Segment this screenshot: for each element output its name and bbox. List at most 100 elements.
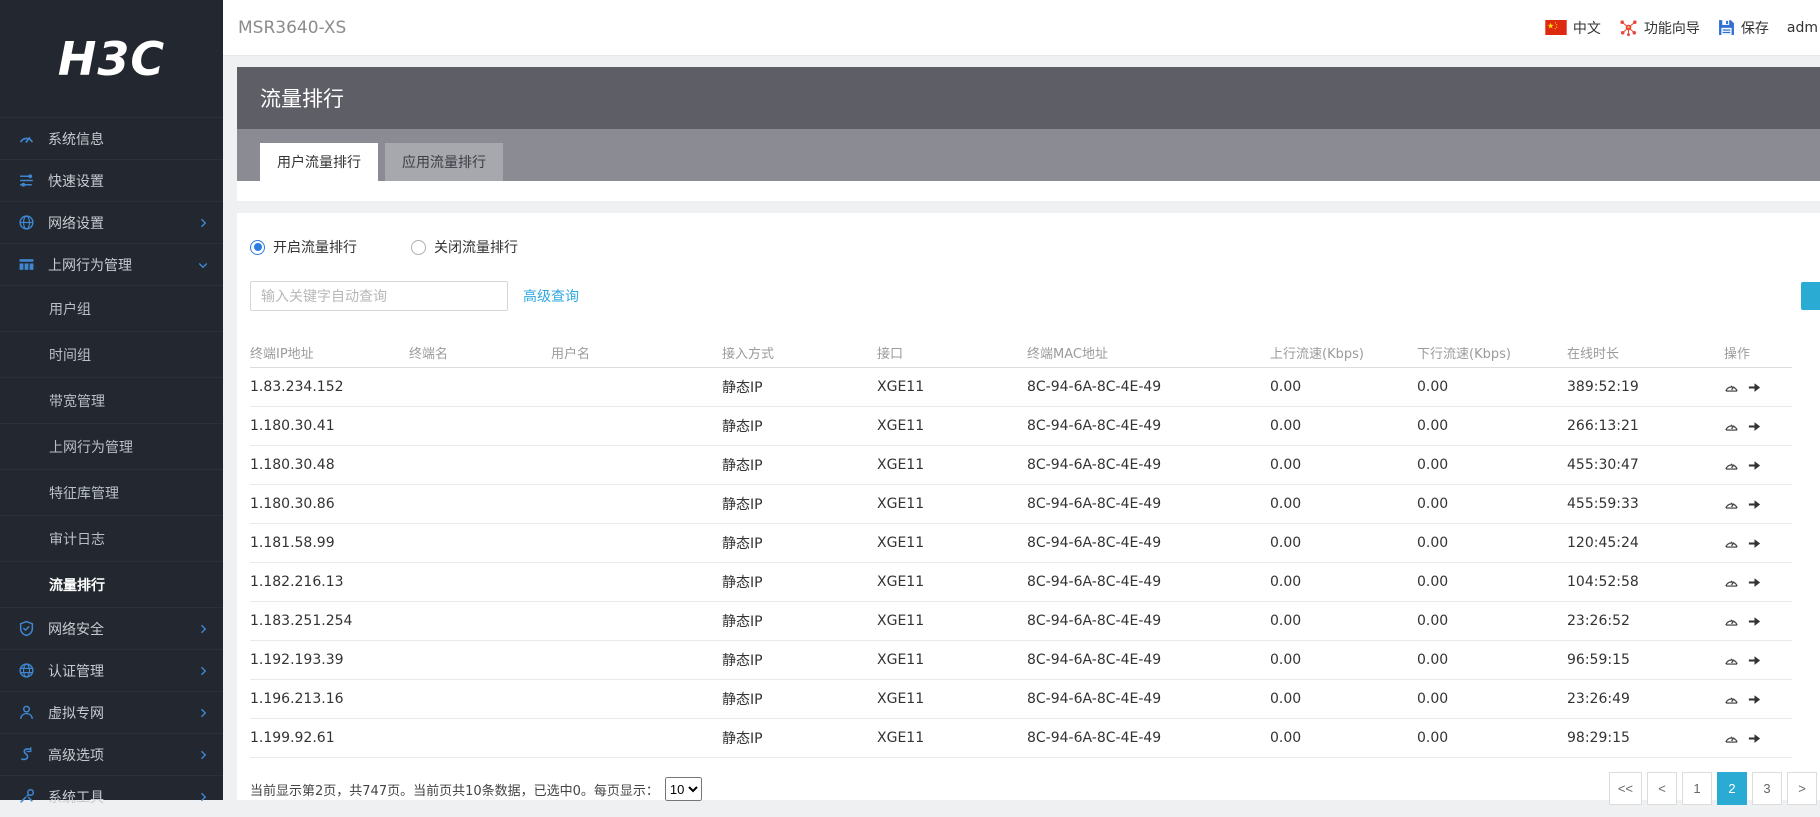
page-button-1[interactable]: <	[1647, 772, 1677, 805]
sidebar-subitem-label: 用户组	[49, 301, 91, 318]
column-header: 下行流速(Kbps)	[1417, 346, 1511, 362]
sidebar-item-3[interactable]: 上网行为管理	[0, 243, 223, 285]
sidebar-subitem-4[interactable]: 特征库管理	[0, 469, 223, 515]
traffic-gauge-icon[interactable]	[1724, 653, 1739, 668]
traffic-gauge-icon[interactable]	[1724, 536, 1739, 551]
traffic-gauge-icon[interactable]	[1724, 731, 1739, 746]
cell-up: 0.00	[1270, 496, 1302, 512]
save-button[interactable]: 保存	[1718, 18, 1769, 38]
cell-online: 120:45:24	[1567, 535, 1639, 551]
app-root: H3C 系统信息 快速设置 网络设置 上网行为管理 用户组 时间组 带宽管理 上网行为管理 特征…	[0, 0, 1820, 806]
cell-down: 0.00	[1417, 418, 1449, 434]
radio-option-1[interactable]: 关闭流量排行	[411, 237, 518, 257]
detail-arrow-icon[interactable]	[1747, 575, 1762, 590]
page-button-5[interactable]: >	[1787, 772, 1817, 805]
traffic-gauge-icon[interactable]	[1724, 614, 1739, 629]
cell-actions	[1724, 497, 1792, 512]
page-size-select[interactable]: 10	[664, 777, 702, 801]
cell-down: 0.00	[1417, 496, 1449, 512]
feature-wizard-button[interactable]: 功能向导	[1619, 18, 1700, 38]
cell-online: 389:52:19	[1567, 379, 1639, 395]
chevron-down-icon	[197, 259, 209, 271]
cell-ip: 1.180.30.41	[250, 418, 335, 434]
cell-up: 0.00	[1270, 652, 1302, 668]
username[interactable]: adm	[1787, 20, 1818, 36]
traffic-table: 终端IP地址 终端名 用户名 接入方式 接口 终端MAC地址 上行流速(Kbps) 下行流速(…	[250, 337, 1792, 758]
cell-up: 0.00	[1270, 535, 1302, 551]
cell-mac: 8C-94-6A-8C-4E-49	[1027, 418, 1162, 434]
table-header-row: 终端IP地址 终端名 用户名 接入方式 接口 终端MAC地址 上行流速(Kbps) 下行流速(…	[250, 337, 1792, 368]
cell-access: 静态IP	[722, 497, 763, 513]
page-button-4[interactable]: 3	[1752, 772, 1782, 805]
tab-label: 用户流量排行	[277, 155, 361, 171]
detail-arrow-icon[interactable]	[1747, 653, 1762, 668]
sidebar-subitem-1[interactable]: 时间组	[0, 331, 223, 377]
detail-arrow-icon[interactable]	[1747, 419, 1762, 434]
detail-arrow-icon[interactable]	[1747, 692, 1762, 707]
page-button-2[interactable]: 1	[1682, 772, 1712, 805]
traffic-gauge-icon[interactable]	[1724, 497, 1739, 512]
sidebar-subitem-2[interactable]: 带宽管理	[0, 377, 223, 423]
language-switch[interactable]: 中文	[1545, 18, 1601, 38]
sidebar-subitem-0[interactable]: 用户组	[0, 285, 223, 331]
sidebar-subitem-5[interactable]: 审计日志	[0, 515, 223, 561]
cutoff-action-button[interactable]	[1801, 282, 1820, 310]
cell-actions	[1724, 614, 1792, 629]
sidebar-item-bottom-2[interactable]: 虚拟专网	[0, 691, 223, 733]
sidebar-item-1[interactable]: 快速设置	[0, 159, 223, 201]
cell-actions	[1724, 380, 1792, 395]
traffic-gauge-icon[interactable]	[1724, 575, 1739, 590]
sidebar-subitem-3[interactable]: 上网行为管理	[0, 423, 223, 469]
sidebar-subitem-label: 带宽管理	[49, 393, 105, 410]
traffic-gauge-icon[interactable]	[1724, 692, 1739, 707]
table-row: 1.180.30.48 静态IP XGE11 8C-94-6A-8C-4E-49 0.0…	[250, 446, 1792, 485]
sidebar-item-label: 网络设置	[48, 215, 104, 232]
sidebar-item-0[interactable]: 系统信息	[0, 117, 223, 159]
cell-iface: XGE11	[877, 574, 925, 590]
sidebar-item-label: 系统信息	[48, 131, 104, 148]
cell-down: 0.00	[1417, 457, 1449, 473]
cell-up: 0.00	[1270, 457, 1302, 473]
cell-ip: 1.192.193.39	[250, 652, 344, 668]
traffic-rank-panel: 开启流量排行 关闭流量排行 高级查询 终端IP地址 终端名 用户名 接入方式 接口 终端MA…	[237, 213, 1820, 805]
shield-icon	[18, 620, 35, 637]
advanced-query-link[interactable]: 高级查询	[523, 286, 579, 306]
cell-iface: XGE11	[877, 730, 925, 746]
sidebar-subitem-6[interactable]: 流量排行	[0, 561, 223, 607]
sidebar-item-bottom-0[interactable]: 网络安全	[0, 607, 223, 649]
detail-arrow-icon[interactable]	[1747, 731, 1762, 746]
sidebar-item-bottom-1[interactable]: 认证管理	[0, 649, 223, 691]
traffic-gauge-icon[interactable]	[1724, 419, 1739, 434]
pagination: << <1 2 3 >	[1608, 772, 1817, 805]
cell-mac: 8C-94-6A-8C-4E-49	[1027, 496, 1162, 512]
table-row: 1.180.30.41 静态IP XGE11 8C-94-6A-8C-4E-49 0.0…	[250, 407, 1792, 446]
page-button-active-3[interactable]: 2	[1717, 772, 1747, 805]
page-button-0[interactable]: <<	[1608, 772, 1642, 805]
cell-down: 0.00	[1417, 691, 1449, 707]
tab-1[interactable]: 应用流量排行	[385, 143, 503, 181]
tab-0[interactable]: 用户流量排行	[260, 143, 378, 181]
cell-actions	[1724, 536, 1792, 551]
detail-arrow-icon[interactable]	[1747, 497, 1762, 512]
sidebar-item-2[interactable]: 网络设置	[0, 201, 223, 243]
cell-online: 98:29:15	[1567, 730, 1630, 746]
detail-arrow-icon[interactable]	[1747, 380, 1762, 395]
page-content: 流量排行 用户流量排行 应用流量排行 开启流量排行 关闭流量排行 高级查询 终端IP…	[223, 56, 1820, 805]
detail-arrow-icon[interactable]	[1747, 458, 1762, 473]
cell-iface: XGE11	[877, 652, 925, 668]
traffic-gauge-icon[interactable]	[1724, 458, 1739, 473]
cell-down: 0.00	[1417, 379, 1449, 395]
tools-icon	[18, 788, 35, 805]
detail-arrow-icon[interactable]	[1747, 536, 1762, 551]
sidebar-item-bottom-3[interactable]: 高级选项	[0, 733, 223, 775]
radio-option-0[interactable]: 开启流量排行	[250, 237, 357, 257]
traffic-gauge-icon[interactable]	[1724, 380, 1739, 395]
language-label: 中文	[1572, 20, 1601, 37]
sidebar-subitem-label: 特征库管理	[49, 485, 119, 502]
cell-up: 0.00	[1270, 574, 1302, 590]
cell-iface: XGE11	[877, 496, 925, 512]
detail-arrow-icon[interactable]	[1747, 614, 1762, 629]
cn-flag-icon	[1545, 20, 1567, 35]
search-input[interactable]	[250, 281, 508, 311]
sidebar-item-bottom-4[interactable]: 系统工具	[0, 775, 223, 817]
